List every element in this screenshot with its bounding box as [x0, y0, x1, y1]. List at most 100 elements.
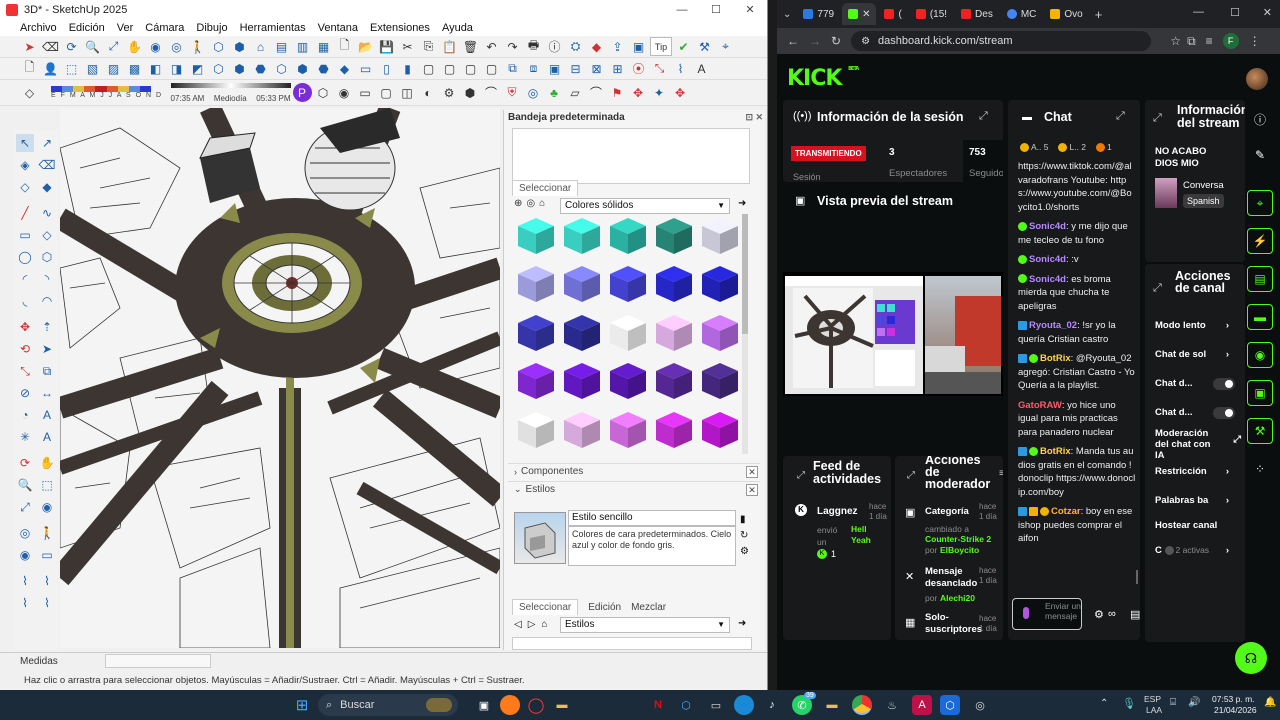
- layout-rail-icon[interactable]: ⁘: [1247, 456, 1273, 482]
- cube-app-icon[interactable]: ⬡: [676, 695, 696, 715]
- axes-icon[interactable]: ✳: [16, 428, 34, 446]
- wireframe-icon[interactable]: ▨: [104, 59, 123, 78]
- paste-icon[interactable]: 📋: [440, 37, 459, 56]
- shadow-time-control[interactable]: E F M A M J J A S O N D: [45, 86, 163, 99]
- lasso-icon[interactable]: ↗: [38, 134, 56, 152]
- section-fill-icon[interactable]: ▮: [398, 59, 417, 78]
- tab-materials-select[interactable]: Seleccionar: [512, 180, 579, 196]
- arc-tool-icon[interactable]: ◜: [16, 270, 34, 288]
- volume-icon[interactable]: 🔊: [1188, 697, 1200, 708]
- section-cut-icon[interactable]: ▯: [377, 59, 396, 78]
- box-right-icon[interactable]: ⬡: [272, 59, 291, 78]
- pan-icon[interactable]: ✋: [125, 37, 144, 56]
- toggle-switch[interactable]: [1213, 407, 1235, 419]
- person-icon[interactable]: 👤: [41, 59, 60, 78]
- sandbox-4-icon[interactable]: ⌇: [38, 594, 56, 612]
- chat-store-icon[interactable]: ▤: [1130, 608, 1140, 621]
- site-info-icon[interactable]: ⚙: [861, 36, 870, 47]
- tab-search-icon[interactable]: ⌄: [783, 9, 791, 20]
- new-tab-button[interactable]: +: [1095, 7, 1103, 22]
- chrome-icon[interactable]: [852, 695, 872, 715]
- task-view-icon[interactable]: ▣: [474, 695, 494, 715]
- position-camera-icon[interactable]: ◎: [167, 37, 186, 56]
- chat-scrollbar[interactable]: [1136, 570, 1138, 584]
- browser-maximize-button[interactable]: ☐: [1230, 6, 1240, 19]
- curve-icon[interactable]: ⌒: [587, 83, 606, 102]
- target-icon[interactable]: ◎: [524, 83, 543, 102]
- tab-close-icon[interactable]: ✕: [862, 9, 870, 20]
- frame-3-icon[interactable]: ▢: [461, 59, 480, 78]
- rectangle-icon[interactable]: ▭: [16, 226, 34, 244]
- frame-1-icon[interactable]: ▢: [419, 59, 438, 78]
- playlist-icon[interactable]: ≡: [1206, 34, 1213, 48]
- move-cube-icon[interactable]: ✥: [629, 83, 648, 102]
- tab-styles-mix[interactable]: Mezclar: [631, 599, 666, 615]
- browser-tab[interactable]: 779: [797, 3, 840, 25]
- materials-menu-icon[interactable]: ➜: [738, 198, 746, 209]
- browser-close-button[interactable]: ✕: [1263, 6, 1272, 19]
- action-item[interactable]: Restricción ›: [1155, 466, 1235, 477]
- eraser-tool-icon[interactable]: ⌫: [38, 156, 56, 174]
- tray-chevron-icon[interactable]: ⌃: [1100, 698, 1108, 709]
- files-icon[interactable]: ▬: [822, 695, 842, 715]
- flag-icon[interactable]: ⚑: [608, 83, 627, 102]
- material-swatch[interactable]: [606, 359, 650, 403]
- circle-icon[interactable]: ◯: [16, 248, 34, 266]
- material-swatch[interactable]: [606, 214, 650, 258]
- solid-subtract-icon[interactable]: ⊟: [566, 59, 585, 78]
- document-icon[interactable]: ▤: [1247, 266, 1273, 292]
- clock-time[interactable]: 07:53 p. m.: [1212, 694, 1255, 704]
- action-item[interactable]: C 2 activas ›: [1155, 545, 1235, 556]
- bookmark-star-icon[interactable]: ☆: [1170, 34, 1181, 48]
- pushpull-icon[interactable]: ⇡: [38, 318, 56, 336]
- chat-username[interactable]: Sonic4d: [1029, 221, 1066, 232]
- previous-view-icon[interactable]: ◉: [146, 37, 165, 56]
- tiktok-icon[interactable]: ♪: [762, 695, 782, 715]
- chat-username[interactable]: BotRix: [1040, 446, 1071, 457]
- solid-union-icon[interactable]: ⧉: [503, 59, 522, 78]
- menu-ver[interactable]: Ver: [117, 22, 134, 34]
- notifications-icon[interactable]: 🔔: [1264, 697, 1276, 708]
- materials-dropdown[interactable]: Colores sólidos ▼: [560, 198, 730, 214]
- popout-icon[interactable]: ⤢: [979, 110, 988, 123]
- sphere-icon[interactable]: ◉: [335, 83, 354, 102]
- material-swatch[interactable]: [560, 262, 604, 306]
- menu-herramientas[interactable]: Herramientas: [240, 22, 306, 34]
- menu-camara[interactable]: Cámara: [145, 22, 184, 34]
- copy-icon[interactable]: ⎘: [419, 37, 438, 56]
- style-name-field[interactable]: Estilo sencillo: [568, 510, 736, 526]
- mod-popout-icon[interactable]: ⤢: [907, 470, 915, 481]
- styles-home-icon[interactable]: ⌂: [541, 619, 547, 630]
- box-bottom-icon[interactable]: ◆: [335, 59, 354, 78]
- select-tool-icon[interactable]: ↖: [16, 134, 34, 152]
- action-item[interactable]: Moderación del chat con IA ⤢: [1155, 428, 1241, 461]
- feed-username[interactable]: Laggnez: [817, 506, 858, 517]
- folder-icon[interactable]: ▬: [552, 695, 572, 715]
- pan-tool-icon[interactable]: ✋: [38, 454, 56, 472]
- right-view-icon[interactable]: ▤: [272, 37, 291, 56]
- check-icon[interactable]: ✔: [674, 37, 693, 56]
- sketchup-taskbar-icon[interactable]: ⬡: [940, 695, 960, 715]
- material-swatch[interactable]: [560, 214, 604, 258]
- walk-icon[interactable]: 🚶: [188, 37, 207, 56]
- section-plane-icon[interactable]: ▭: [356, 59, 375, 78]
- browser-tab[interactable]: Ovo: [1044, 3, 1088, 25]
- material-swatch[interactable]: [652, 214, 696, 258]
- material-swatch[interactable]: [698, 359, 742, 403]
- tag-tool-icon[interactable]: ◆: [38, 178, 56, 196]
- left-view-icon[interactable]: ▦: [314, 37, 333, 56]
- rotate-cube-icon[interactable]: ✥: [671, 83, 690, 102]
- share-icon[interactable]: ⇪: [608, 37, 627, 56]
- layers-icon[interactable]: ▱: [566, 83, 585, 102]
- action-item[interactable]: Chat de sol ›: [1155, 349, 1235, 360]
- protractor-icon[interactable]: ◔: [16, 406, 34, 424]
- extension-warehouse-icon[interactable]: P: [292, 83, 312, 102]
- home-icon[interactable]: ⌂: [539, 198, 545, 209]
- solid-split-icon[interactable]: ⊞: [608, 59, 627, 78]
- search-tip-label[interactable]: Tip: [650, 37, 672, 56]
- location-icon[interactable]: ⌖: [716, 37, 735, 56]
- material-swatch[interactable]: [514, 214, 558, 258]
- look-around-icon[interactable]: ◉: [16, 546, 34, 564]
- mod-menu-icon[interactable]: ≡: [999, 468, 1003, 479]
- forward-icon[interactable]: →: [809, 34, 821, 48]
